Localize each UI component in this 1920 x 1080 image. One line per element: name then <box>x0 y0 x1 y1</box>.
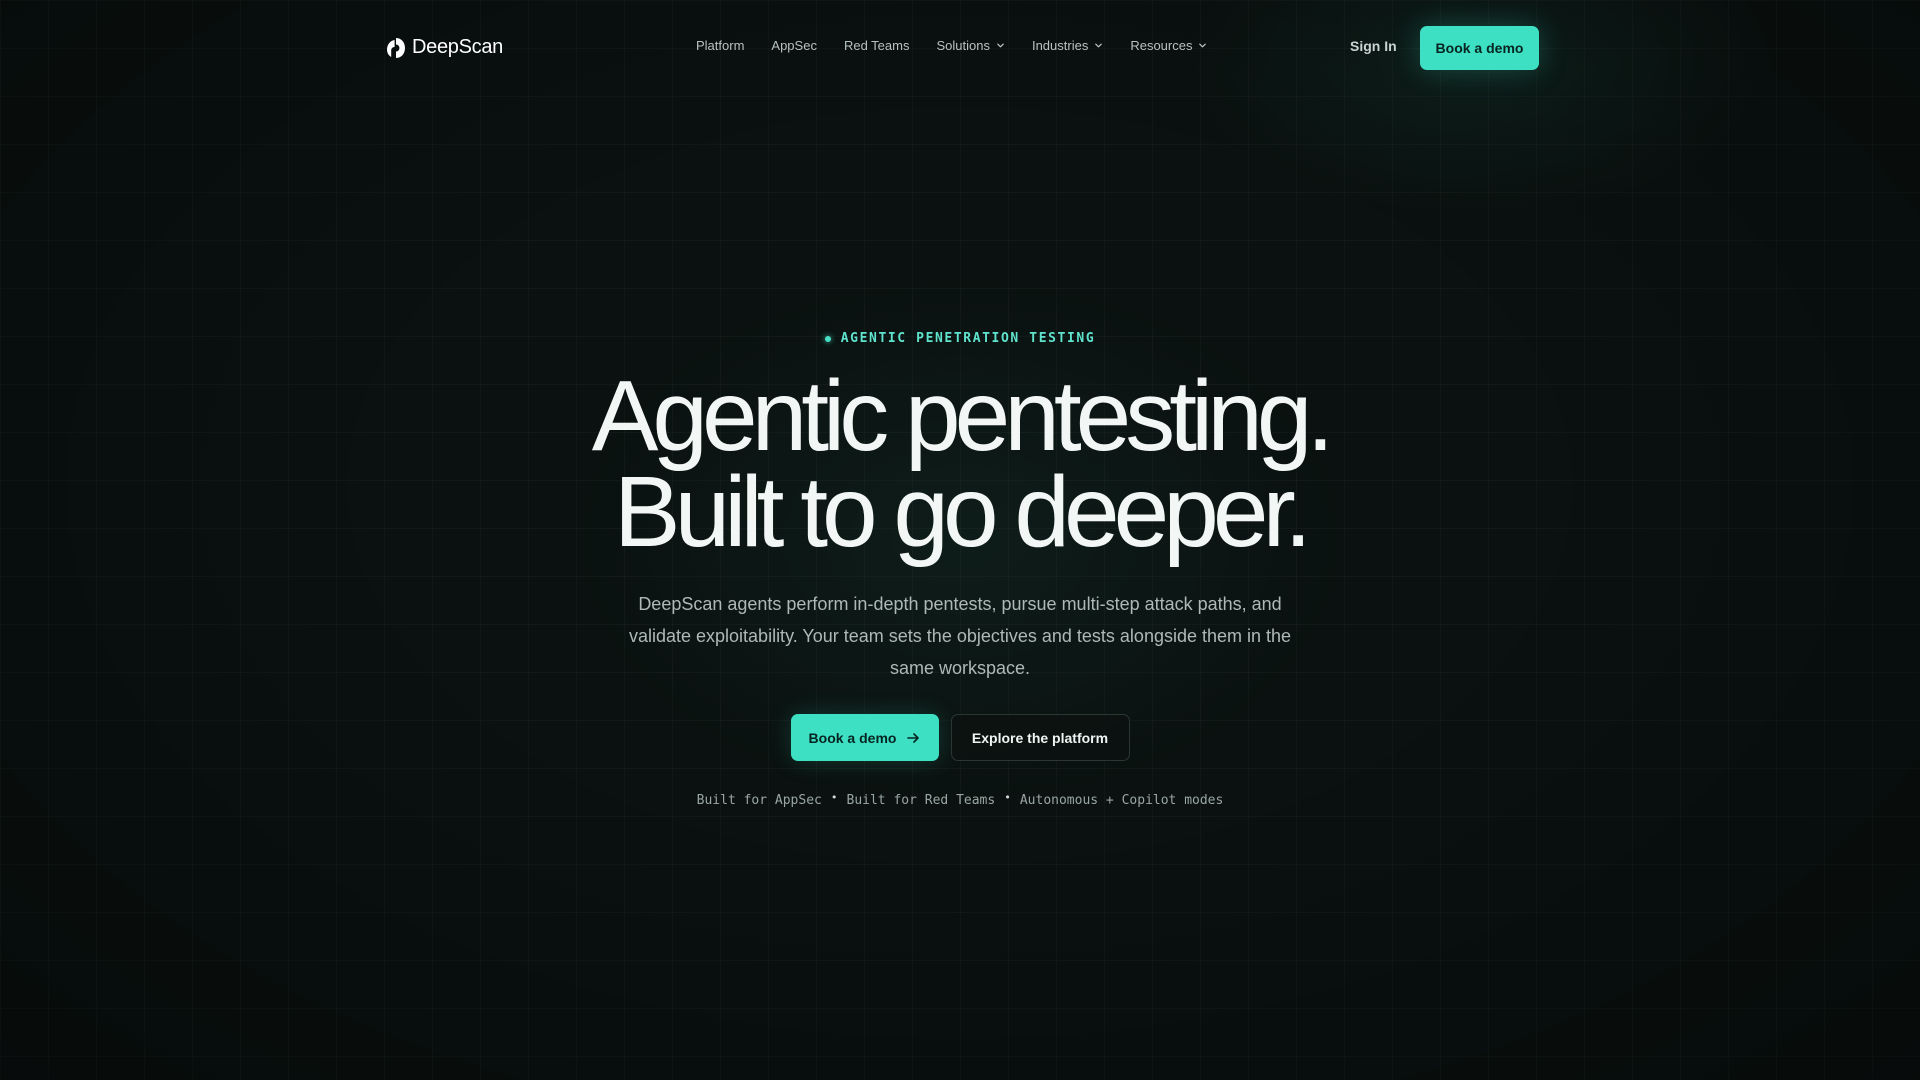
explore-platform-button[interactable]: Explore the platform <box>950 714 1130 761</box>
cta-row: Book a demo Explore the platform <box>0 714 1920 761</box>
tagline-separator: • <box>1004 791 1011 804</box>
hero-subtitle: DeepScan agents perform in-depth pentest… <box>628 594 1292 678</box>
chevron-down-icon <box>997 43 1004 48</box>
tagline-item: Autonomous + Copilot modes <box>1019 793 1224 808</box>
headline-line-2: Built to go deeper. <box>613 456 1312 568</box>
nav-item-label: Red Teams <box>843 38 910 53</box>
arrow-right-icon <box>907 732 920 743</box>
nav-item-industries[interactable]: Industries <box>1032 38 1103 53</box>
tagline-separator: • <box>830 791 838 804</box>
book-demo-nav-button[interactable]: Book a demo <box>1420 26 1539 70</box>
sign-in-link[interactable]: Sign In <box>1350 38 1397 54</box>
hero-tagline: Built for AppSec • Built for Red Teams •… <box>0 791 1920 808</box>
page: DeepScan Platform AppSec Red Teams Solut… <box>0 0 1920 1080</box>
brand-name: DeepScan <box>412 36 503 58</box>
hero-eyebrow: AGENTIC PENETRATION TESTING <box>0 331 1920 346</box>
deepscan-logo-icon <box>387 37 405 58</box>
top-nav: DeepScan Platform AppSec Red Teams Solut… <box>0 0 1920 96</box>
headline-line-1: Agentic pentesting. <box>591 360 1335 472</box>
nav-item-label: Industries <box>1031 38 1089 53</box>
nav-item-label: Solutions <box>936 38 990 53</box>
nav-item-label: Platform <box>696 38 745 53</box>
chevron-down-icon <box>1199 43 1207 48</box>
chevron-down-icon <box>1095 43 1103 48</box>
nav-item-platform[interactable]: Platform <box>696 38 744 53</box>
logo-link[interactable]: DeepScan <box>386 36 503 59</box>
nav-item-resources[interactable]: Resources <box>1130 38 1207 53</box>
nav-item-appsec[interactable]: AppSec <box>771 38 817 53</box>
tagline-item: Built for AppSec <box>696 793 822 808</box>
nav-item-label: AppSec <box>771 38 817 53</box>
tagline-item: Built for Red Teams <box>846 793 996 808</box>
book-demo-button[interactable]: Book a demo <box>790 714 939 761</box>
nav-item-red-teams[interactable]: Red Teams <box>844 38 910 53</box>
eyebrow-label: AGENTIC PENETRATION TESTING <box>840 331 1096 346</box>
book-demo-label: Book a demo <box>808 729 897 746</box>
nav-item-solutions[interactable]: Solutions <box>936 38 1004 53</box>
main-nav: Platform AppSec Red Teams Solutions Indu… <box>696 38 1234 53</box>
status-dot-icon <box>824 335 831 342</box>
nav-item-label: Resources <box>1130 38 1193 53</box>
hero-headline: Agentic pentesting. Built to go deeper. <box>0 360 1920 568</box>
